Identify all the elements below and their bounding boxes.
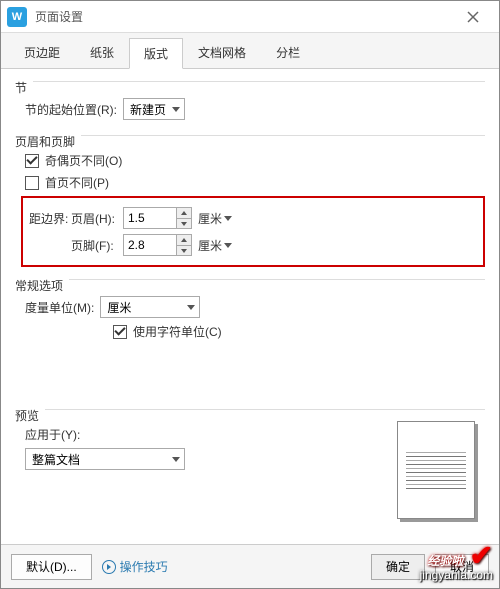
apply-to-label: 应用于(Y): — [25, 426, 80, 443]
footer-distance-field[interactable] — [124, 235, 176, 255]
group-section-label: 节 — [15, 79, 33, 96]
section-start-select[interactable]: 新建页 — [123, 98, 185, 120]
ok-button[interactable]: 确定 — [371, 554, 425, 580]
section-start-value: 新建页 — [130, 101, 166, 118]
tab-layout[interactable]: 版式 — [129, 38, 183, 69]
page-setup-dialog: W 页面设置 页边距 纸张 版式 文档网格 分栏 节 节的起始位置(R): 新建… — [0, 0, 500, 589]
section-start-label: 节的起始位置(R): — [25, 101, 117, 118]
tab-grid[interactable]: 文档网格 — [183, 37, 261, 68]
footer-distance-input[interactable] — [123, 234, 192, 256]
header-unit-select[interactable]: 厘米 — [192, 207, 236, 229]
triangle-down-icon — [181, 249, 187, 253]
triangle-down-icon — [181, 222, 187, 226]
chevron-down-icon — [172, 457, 180, 462]
tab-columns[interactable]: 分栏 — [261, 37, 315, 68]
app-icon: W — [7, 7, 27, 27]
dialog-content: 节 节的起始位置(R): 新建页 页眉和页脚 奇偶页 — [1, 69, 499, 544]
tab-margins[interactable]: 页边距 — [9, 37, 75, 68]
play-icon — [102, 560, 116, 574]
footer-step-up[interactable] — [177, 235, 191, 245]
group-preview: 预览 应用于(Y): 整篇文档 — [15, 409, 485, 525]
header-step-up[interactable] — [177, 208, 191, 218]
first-page-checkbox[interactable] — [25, 176, 39, 190]
tips-link[interactable]: 操作技巧 — [102, 558, 168, 575]
group-general-label: 常规选项 — [15, 277, 69, 294]
footer-unit-select[interactable]: 厘米 — [192, 234, 236, 256]
highlighted-distance-box: 距边界: 页眉(H): 厘米 — [21, 196, 485, 267]
apply-to-value: 整篇文档 — [32, 451, 80, 468]
odd-even-checkbox[interactable] — [25, 154, 39, 168]
header-distance-input[interactable] — [123, 207, 192, 229]
footer-step-down[interactable] — [177, 245, 191, 255]
measure-unit-label: 度量单位(M): — [25, 299, 94, 316]
close-icon — [467, 11, 479, 23]
header-distance-field[interactable] — [124, 208, 176, 228]
header-step-down[interactable] — [177, 218, 191, 228]
chevron-down-icon — [187, 305, 195, 310]
group-section: 节 节的起始位置(R): 新建页 — [15, 81, 485, 131]
measure-unit-select[interactable]: 厘米 — [100, 296, 200, 318]
group-preview-label: 预览 — [15, 407, 45, 424]
chevron-down-icon — [224, 243, 232, 248]
document-preview — [397, 421, 475, 519]
group-header-footer-label: 页眉和页脚 — [15, 133, 81, 150]
first-page-label: 首页不同(P) — [45, 174, 109, 191]
header-label: 页眉(H): — [71, 210, 123, 227]
titlebar: W 页面设置 — [1, 1, 499, 33]
close-button[interactable] — [453, 3, 493, 31]
cancel-button[interactable]: 取消 — [435, 554, 489, 580]
triangle-up-icon — [181, 211, 187, 215]
distance-label: 距边界: — [29, 210, 71, 227]
chevron-down-icon — [224, 216, 232, 221]
group-header-footer: 页眉和页脚 奇偶页不同(O) 首页不同(P) 距边界: 页眉(H): — [15, 135, 485, 275]
group-general: 常规选项 度量单位(M): 厘米 使用字符单位(C) — [15, 279, 485, 351]
tab-bar: 页边距 纸张 版式 文档网格 分栏 — [1, 33, 499, 69]
odd-even-label: 奇偶页不同(O) — [45, 152, 122, 169]
triangle-up-icon — [181, 238, 187, 242]
char-unit-label: 使用字符单位(C) — [133, 323, 222, 340]
tab-paper[interactable]: 纸张 — [75, 37, 129, 68]
dialog-footer: 默认(D)... 操作技巧 确定 取消 — [1, 544, 499, 588]
default-button[interactable]: 默认(D)... — [11, 554, 92, 580]
chevron-down-icon — [172, 107, 180, 112]
apply-to-select[interactable]: 整篇文档 — [25, 448, 185, 470]
footer-label: 页脚(F): — [71, 237, 123, 254]
char-unit-checkbox[interactable] — [113, 325, 127, 339]
dialog-title: 页面设置 — [35, 8, 453, 25]
measure-unit-value: 厘米 — [107, 299, 131, 316]
